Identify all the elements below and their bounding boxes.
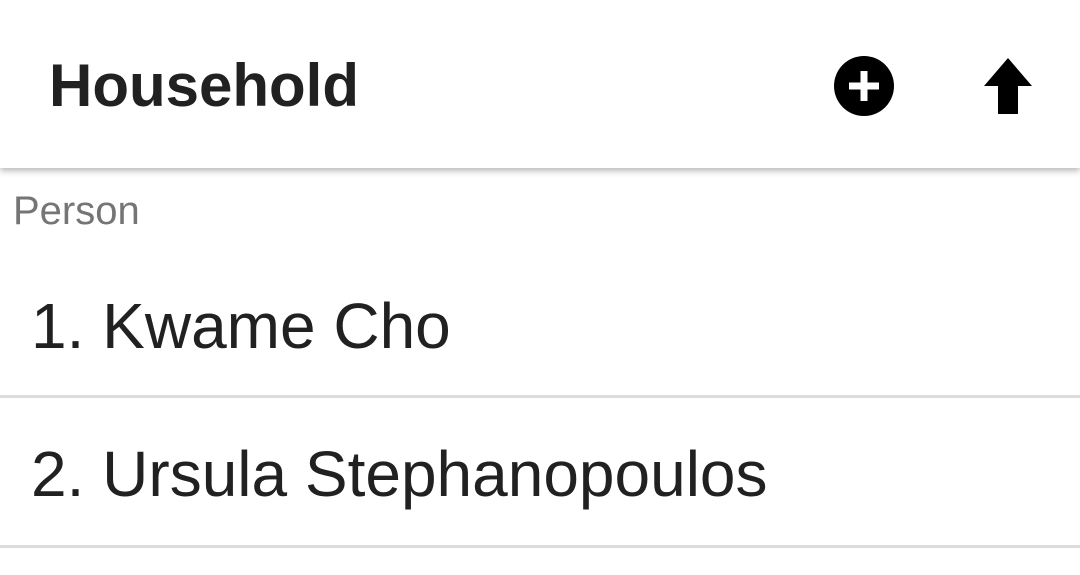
person-name: 2. Ursula Stephanopoulos <box>31 438 768 510</box>
add-person-button[interactable] <box>822 44 906 128</box>
section-header-person: Person <box>13 189 140 233</box>
add-circle-icon <box>834 56 894 116</box>
household-screen: Household Person 1. Kwame Cho 2. Ursula … <box>0 0 1080 575</box>
upload-button[interactable] <box>966 44 1050 128</box>
person-list: 1. Kwame Cho 2. Ursula Stephanopoulos <box>0 250 1080 548</box>
person-name: 1. Kwame Cho <box>31 290 451 362</box>
page-title: Household <box>49 52 359 119</box>
app-toolbar: Household <box>0 0 1080 168</box>
person-list-item[interactable]: 1. Kwame Cho <box>0 250 1080 398</box>
person-list-item[interactable]: 2. Ursula Stephanopoulos <box>0 398 1080 548</box>
arrow-upward-icon <box>984 58 1032 114</box>
